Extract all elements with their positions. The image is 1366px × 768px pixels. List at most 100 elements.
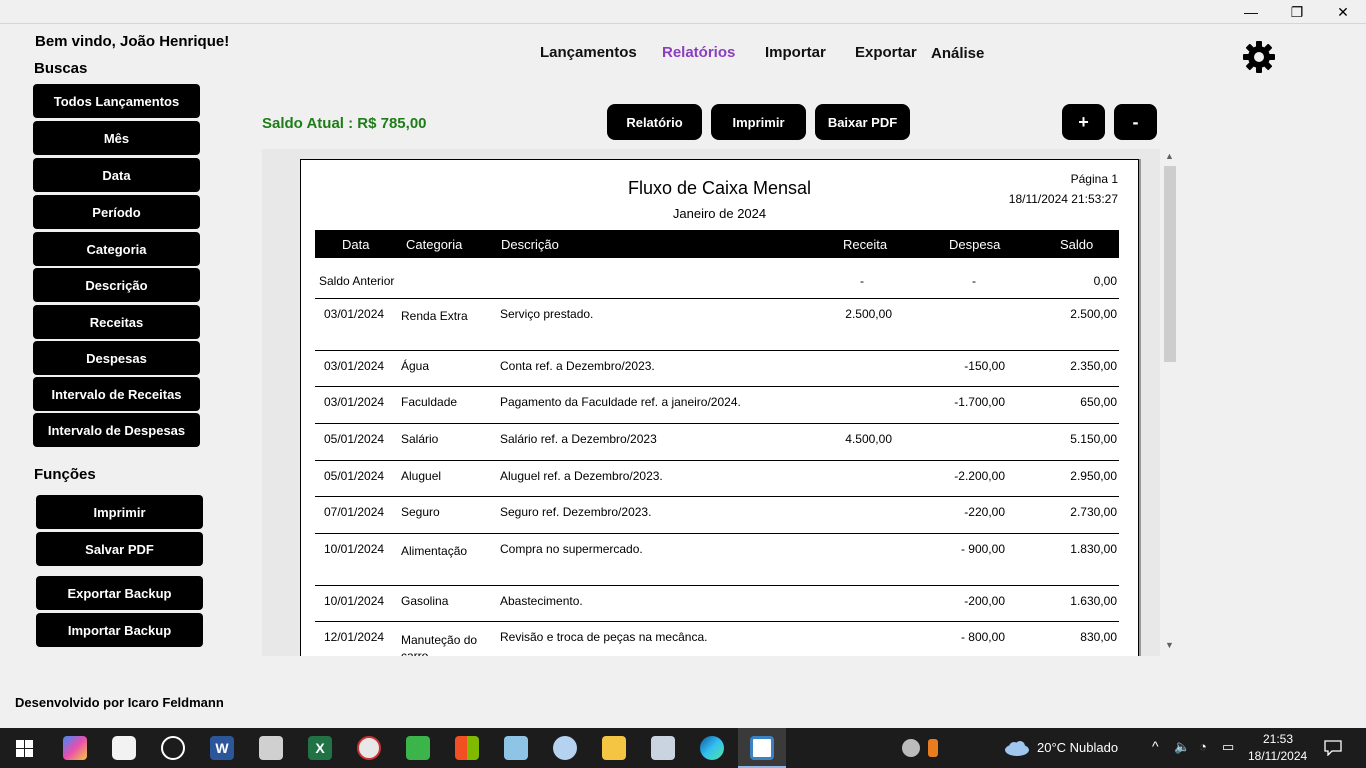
- app-window-icon[interactable]: [750, 736, 774, 760]
- windows-start-icon[interactable]: [16, 740, 33, 757]
- print-report-button[interactable]: Imprimir: [711, 104, 806, 140]
- cell-saldo: 830,00: [1080, 630, 1117, 644]
- cell-data: 07/01/2024: [324, 505, 385, 519]
- paint-icon[interactable]: [553, 736, 577, 760]
- clock-time[interactable]: 21:53: [1263, 732, 1293, 746]
- gear-icon[interactable]: [1242, 40, 1276, 74]
- cell-saldo: 2.350,00: [1070, 359, 1117, 373]
- word-icon[interactable]: W: [210, 736, 234, 760]
- minimize-button[interactable]: —: [1228, 0, 1274, 24]
- report-scrollbar[interactable]: ▲ ▼: [1161, 149, 1178, 656]
- table-row: 10/01/2024 Alimentação Compra no superme…: [315, 534, 1119, 586]
- nav-analise[interactable]: Análise: [931, 45, 984, 62]
- monitor-icon[interactable]: [651, 736, 675, 760]
- cell-descricao: Revisão e troca de peças na mecânca.: [500, 630, 708, 644]
- funcoes-title: Funções: [34, 466, 96, 483]
- cell-saldo: 650,00: [1080, 395, 1117, 409]
- table-row: 05/01/2024 Aluguel Aluguel ref. a Dezemb…: [315, 461, 1119, 497]
- search-all-button[interactable]: Todos Lançamentos: [33, 84, 200, 118]
- nav-lancamentos[interactable]: Lançamentos: [540, 44, 637, 61]
- tray-app-icon[interactable]: [902, 739, 920, 757]
- cloud-icon: [1005, 741, 1029, 756]
- window-controls: — ❐ ✕: [1228, 0, 1366, 24]
- green-app-icon[interactable]: [406, 736, 430, 760]
- folder-icon[interactable]: [602, 736, 626, 760]
- col-saldo: Saldo: [1060, 237, 1094, 252]
- cell-data: 03/01/2024: [324, 359, 385, 373]
- search-month-button[interactable]: Mês: [33, 121, 200, 155]
- notification-icon[interactable]: [1324, 740, 1342, 756]
- search-period-button[interactable]: Período: [33, 195, 200, 229]
- photos-icon[interactable]: [161, 736, 185, 760]
- scroll-thumb[interactable]: [1164, 166, 1176, 362]
- cell-categoria: Manuteção do carro: [401, 633, 478, 656]
- battery-icon[interactable]: ▭: [1222, 739, 1234, 755]
- cell-categoria: Água: [401, 359, 430, 373]
- restore-button[interactable]: ❐: [1274, 0, 1320, 24]
- cell-data: 10/01/2024: [324, 542, 385, 556]
- weather-text[interactable]: 20°C Nublado: [1037, 740, 1118, 755]
- nav-importar[interactable]: Importar: [765, 44, 826, 61]
- save-pdf-button[interactable]: Salvar PDF: [36, 532, 203, 566]
- search-description-button[interactable]: Descrição: [33, 268, 200, 302]
- print-button[interactable]: Imprimir: [36, 495, 203, 529]
- table-row: 03/01/2024 Água Conta ref. a Dezembro/20…: [315, 351, 1119, 387]
- title-divider: [0, 23, 1366, 24]
- search-expense-range-button[interactable]: Intervalo de Despesas: [33, 413, 200, 447]
- zoom-out-button[interactable]: -: [1114, 104, 1157, 140]
- nav-relatorios[interactable]: Relatórios: [662, 44, 735, 61]
- copilot-icon[interactable]: [63, 736, 87, 760]
- cell-descricao: Conta ref. a Dezembro/2023.: [500, 359, 655, 373]
- tray-orange-icon[interactable]: [928, 739, 938, 757]
- search-date-button[interactable]: Data: [33, 158, 200, 192]
- cell-despesa: -150,00: [964, 359, 1005, 373]
- col-categoria: Categoria: [406, 237, 463, 252]
- zoom-in-button[interactable]: +: [1062, 104, 1105, 140]
- export-backup-button[interactable]: Exportar Backup: [36, 576, 203, 610]
- store-icon[interactable]: [455, 736, 479, 760]
- nav-exportar[interactable]: Exportar: [855, 44, 917, 61]
- table-row: 12/01/2024 Manuteção do carro Revisão e …: [315, 622, 1119, 656]
- wifi-icon[interactable]: ◔: [1199, 739, 1207, 754]
- download-pdf-button[interactable]: Baixar PDF: [815, 104, 910, 140]
- current-balance: Saldo Atual : R$ 785,00: [262, 115, 427, 132]
- table-row: 10/01/2024 Gasolina Abastecimento. -200,…: [315, 586, 1119, 622]
- cell-descricao: Serviço prestado.: [500, 307, 594, 321]
- col-data: Data: [342, 237, 370, 252]
- saldo-anterior-label: Saldo Anterior: [319, 274, 395, 288]
- excel-icon[interactable]: X: [308, 736, 332, 760]
- camera-icon[interactable]: [112, 736, 136, 760]
- scroll-up-arrow-icon[interactable]: ▲: [1161, 151, 1178, 165]
- report-viewer: Fluxo de Caixa Mensal Janeiro de 2024 Pá…: [262, 149, 1160, 656]
- cell-data: 12/01/2024: [324, 630, 385, 644]
- scroll-down-arrow-icon[interactable]: ▼: [1161, 640, 1178, 654]
- calculator-icon[interactable]: [259, 736, 283, 760]
- compass-icon[interactable]: [357, 736, 381, 760]
- table-row: 03/01/2024 Renda Extra Serviço prestado.…: [315, 299, 1119, 351]
- cell-despesa: - 800,00: [960, 630, 1005, 644]
- edge-icon[interactable]: [700, 736, 724, 760]
- welcome-text: Bem vindo, João Henrique!: [35, 33, 230, 50]
- search-expenses-button[interactable]: Despesas: [33, 341, 200, 375]
- cell-saldo: 5.150,00: [1070, 432, 1117, 446]
- taskbar: W X 20°C Nublado ^ 🔈 ◔ ▭ 21:53 18/11/202…: [0, 728, 1366, 768]
- notes-icon[interactable]: [504, 736, 528, 760]
- report-button[interactable]: Relatório: [607, 104, 702, 140]
- cell-categoria: Faculdade: [401, 395, 458, 409]
- import-backup-button[interactable]: Importar Backup: [36, 613, 203, 647]
- search-income-button[interactable]: Receitas: [33, 305, 200, 339]
- cell-data: 03/01/2024: [324, 307, 385, 321]
- cell-despesa: -: [972, 274, 976, 288]
- close-button[interactable]: ✕: [1320, 0, 1366, 24]
- cell-categoria: Aluguel: [401, 469, 442, 483]
- speaker-icon[interactable]: 🔈: [1174, 739, 1190, 755]
- cell-saldo: 1.830,00: [1070, 542, 1117, 556]
- clock-date[interactable]: 18/11/2024: [1248, 749, 1307, 763]
- search-category-button[interactable]: Categoria: [33, 232, 200, 266]
- cell-saldo: 2.950,00: [1070, 469, 1117, 483]
- cell-data: 10/01/2024: [324, 594, 385, 608]
- chevron-up-icon[interactable]: ^: [1152, 738, 1159, 754]
- search-income-range-button[interactable]: Intervalo de Receitas: [33, 377, 200, 411]
- cell-data: 05/01/2024: [324, 432, 385, 446]
- table-row: 05/01/2024 Salário Salário ref. a Dezemb…: [315, 424, 1119, 461]
